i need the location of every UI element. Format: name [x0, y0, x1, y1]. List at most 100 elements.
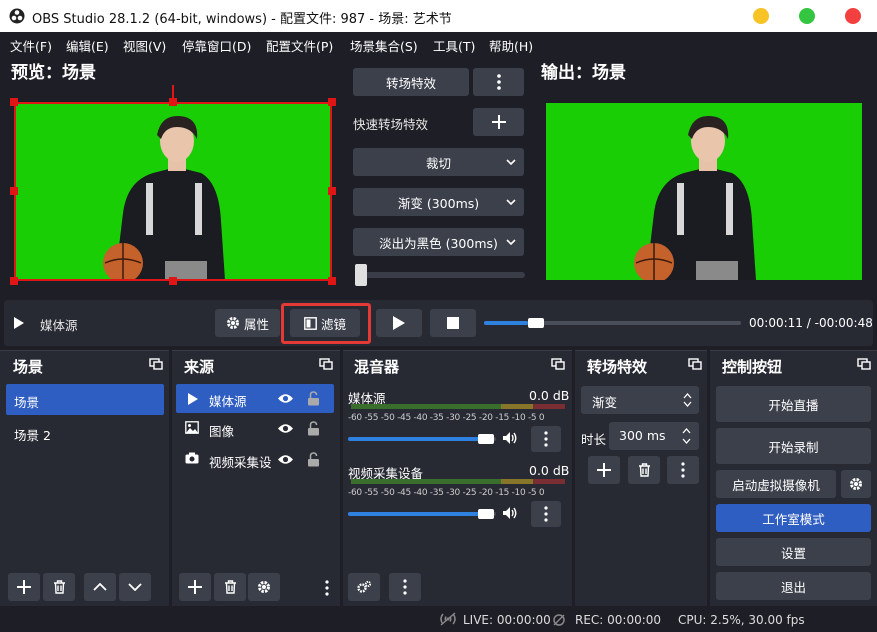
duration-label: 时长 [581, 432, 607, 447]
tbar-handle[interactable] [355, 264, 367, 286]
volume-meter [351, 404, 565, 409]
transitions-title: 转场特效 [587, 358, 648, 376]
move-scene-down-button[interactable] [119, 573, 151, 601]
chevron-down-icon [506, 239, 516, 245]
duration-spinbox[interactable]: 300 ms [609, 422, 699, 450]
media-play-button[interactable] [376, 309, 422, 337]
menu-file[interactable]: 文件(F) [10, 36, 52, 55]
resize-handle[interactable] [10, 187, 18, 195]
media-stop-button[interactable] [430, 309, 476, 337]
start-streaming-button[interactable]: 开始直播 [716, 386, 871, 422]
transition-select[interactable]: 渐变 [581, 386, 699, 414]
unlock-icon[interactable] [307, 421, 320, 436]
add-scene-button[interactable] [8, 573, 40, 601]
window-title: OBS Studio 28.1.2 (64-bit, windows) - 配置… [32, 12, 452, 27]
remove-source-button[interactable] [214, 573, 246, 601]
resize-handle[interactable] [328, 98, 336, 106]
mixer-menu-button[interactable] [389, 573, 421, 601]
source-item-label[interactable]: 视频采集设 [209, 452, 272, 471]
play-icon [14, 317, 24, 329]
live-status: LIVE: 00:00:00 [463, 613, 551, 627]
trash-icon [224, 580, 236, 594]
undock-icon[interactable] [149, 358, 163, 370]
source-properties-button[interactable] [248, 573, 280, 601]
mixer-channel-menu-button[interactable] [531, 426, 561, 452]
close-button[interactable] [845, 8, 861, 24]
gear-icon [850, 478, 862, 490]
unlock-icon[interactable] [307, 452, 320, 467]
undock-icon[interactable] [319, 358, 333, 370]
speaker-icon[interactable] [502, 431, 518, 445]
plus-icon [188, 580, 202, 594]
resize-handle[interactable] [328, 187, 336, 195]
eye-icon[interactable] [277, 454, 294, 465]
transition-menu-button[interactable] [473, 68, 524, 96]
menu-tools[interactable]: 工具(T) [433, 36, 475, 55]
media-seek-handle[interactable] [527, 318, 544, 328]
menu-scene-collection[interactable]: 场景集合(S) [350, 36, 418, 55]
trash-icon [53, 580, 65, 594]
resize-handle[interactable] [169, 277, 177, 285]
studio-mode-button[interactable]: 工作室模式 [716, 504, 871, 532]
camera-icon [185, 452, 199, 464]
more-vertical-icon [544, 431, 548, 447]
output-canvas [546, 103, 862, 280]
quick-transition-fade-to-black[interactable]: 淡出为黑色 (300ms) [353, 228, 524, 256]
menu-edit[interactable]: 编辑(E) [66, 36, 109, 55]
minimize-button[interactable] [753, 8, 769, 24]
resize-handle[interactable] [328, 277, 336, 285]
volume-fill [348, 512, 485, 516]
remove-scene-button[interactable] [43, 573, 75, 601]
eye-icon[interactable] [277, 423, 294, 434]
properties-button[interactable]: 属性 [215, 309, 280, 337]
menu-view[interactable]: 视图(V) [123, 36, 166, 55]
add-source-button[interactable] [179, 573, 211, 601]
source-item-label[interactable]: 图像 [209, 421, 234, 440]
eye-icon[interactable] [277, 393, 294, 404]
scene-item-label[interactable]: 场景 2 [14, 425, 51, 444]
mixer-channel-db: 0.0 dB [529, 463, 570, 478]
undock-icon[interactable] [857, 358, 871, 370]
unlock-icon[interactable] [307, 391, 320, 406]
mixer-channel-menu-button[interactable] [531, 501, 561, 527]
more-vertical-icon [681, 462, 685, 478]
add-quick-transition-button[interactable] [473, 108, 524, 136]
move-scene-up-button[interactable] [84, 573, 116, 601]
menu-profile[interactable]: 配置文件(P) [266, 36, 333, 55]
filters-button[interactable]: 滤镜 [290, 309, 360, 337]
settings-button[interactable]: 设置 [716, 538, 871, 566]
undock-icon[interactable] [688, 358, 702, 370]
start-virtual-camera-button[interactable]: 启动虚拟摄像机 [716, 470, 836, 498]
menu-help[interactable]: 帮助(H) [489, 36, 533, 55]
transition-menu-button[interactable] [667, 456, 699, 484]
advanced-audio-button[interactable] [348, 573, 380, 601]
plus-icon [597, 463, 611, 477]
tbar-track[interactable] [355, 272, 525, 278]
resize-handle[interactable] [10, 98, 18, 106]
plus-icon [17, 580, 31, 594]
quick-transition-fade[interactable]: 渐变 (300ms) [353, 188, 524, 216]
quick-transition-cut[interactable]: 裁切 [353, 148, 524, 176]
virtual-camera-settings-button[interactable] [841, 470, 871, 498]
speaker-icon[interactable] [502, 506, 518, 520]
resize-handle[interactable] [169, 98, 177, 106]
maximize-button[interactable] [799, 8, 815, 24]
start-recording-button[interactable]: 开始录制 [716, 428, 871, 464]
remove-transition-button[interactable] [628, 456, 660, 484]
menu-docks[interactable]: 停靠窗口(D) [182, 36, 251, 55]
volume-handle[interactable] [478, 434, 495, 444]
stop-icon [447, 317, 459, 329]
quick-transition-label: 渐变 (300ms) [397, 195, 480, 211]
resize-handle[interactable] [10, 277, 18, 285]
preview-title: 预览：场景 [11, 63, 96, 83]
add-transition-button[interactable] [588, 456, 620, 484]
scene-item-label: 场景 [14, 395, 40, 410]
exit-button[interactable]: 退出 [716, 572, 871, 600]
transition-button[interactable]: 转场特效 [353, 68, 469, 96]
live-signal-icon [440, 612, 456, 626]
media-source-icon [188, 393, 198, 405]
volume-handle[interactable] [478, 509, 495, 519]
output-title: 输出：场景 [541, 63, 626, 83]
more-vertical-icon[interactable] [325, 580, 329, 596]
undock-icon[interactable] [551, 358, 565, 370]
